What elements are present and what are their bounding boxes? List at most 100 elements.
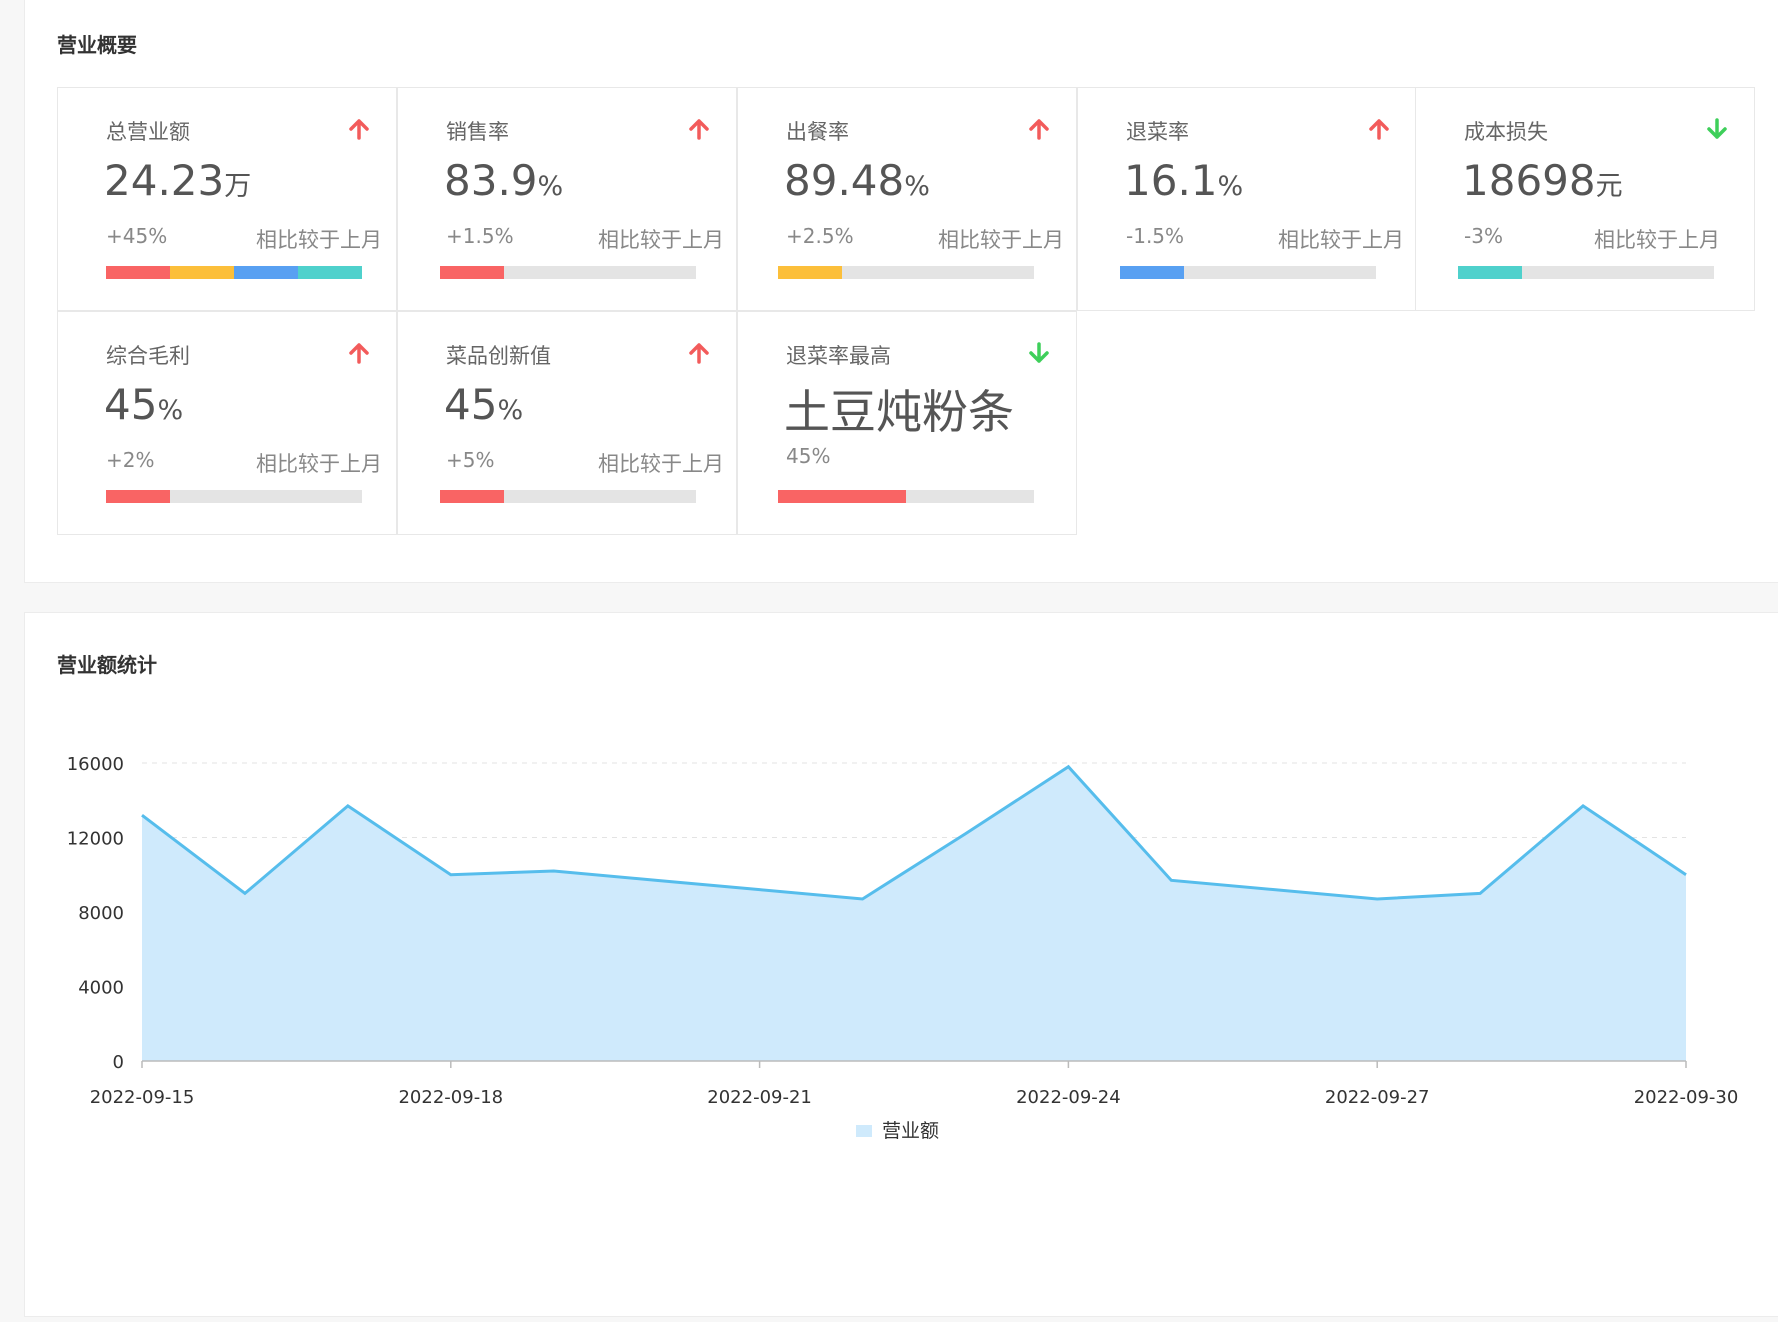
kpi-card-progress-bar — [1458, 266, 1714, 279]
y-tick-label: 16000 — [67, 754, 124, 775]
arrow-up-icon — [349, 119, 369, 140]
kpi-card-title: 销售率 — [446, 120, 509, 144]
x-tick-label: 2022-09-27 — [1325, 1087, 1430, 1108]
kpi-value-number: 24.23 — [104, 156, 225, 205]
x-tick-label: 2022-09-15 — [90, 1087, 195, 1108]
kpi-card-change: +5% — [446, 448, 495, 472]
revenue-chart: 0 4000 8000 12000 16000 2022-09-15 2022-09-18 2… — [67, 754, 1739, 1142]
kpi-card-compare-label: 相比较于上月 — [938, 228, 1064, 252]
revenue-panel: 营业额统计 0 4000 8000 12000 16000 2022-09-15 2022-… — [24, 612, 1778, 1317]
kpi-card: 退菜率 16.1% -1.5% 相比较于上月 — [1077, 87, 1417, 311]
kpi-card: 出餐率 89.48% +2.5% 相比较于上月 — [737, 87, 1077, 311]
y-tick-label: 12000 — [67, 829, 124, 850]
kpi-card-change: +2% — [106, 448, 155, 472]
kpi-card-change: 45% — [786, 444, 831, 468]
kpi-value-unit: % — [904, 171, 930, 202]
y-tick-label: 0 — [113, 1052, 124, 1073]
kpi-card-value: 89.48% — [784, 156, 930, 205]
y-tick-label: 4000 — [78, 978, 124, 999]
kpi-card-progress-bar — [440, 490, 696, 503]
kpi-card-compare-label: 相比较于上月 — [1594, 228, 1720, 252]
kpi-card-title: 退菜率 — [1126, 120, 1189, 144]
kpi-card-progress-bar — [440, 266, 696, 279]
kpi-card-value: 24.23万 — [104, 156, 251, 205]
kpi-card-title: 菜品创新值 — [446, 344, 551, 368]
kpi-value-unit: 万 — [224, 171, 252, 202]
kpi-card-title: 出餐率 — [786, 120, 849, 144]
kpi-card-progress-bar — [106, 490, 362, 503]
kpi-card: 综合毛利 45% +2% 相比较于上月 — [57, 311, 397, 535]
area-fill — [142, 766, 1686, 1061]
kpi-value-number: 89.48 — [784, 156, 905, 205]
kpi-value-unit: % — [157, 395, 184, 426]
kpi-card-title: 总营业额 — [106, 120, 190, 144]
kpi-card-change: +2.5% — [786, 224, 854, 248]
kpi-card-value: 16.1% — [1124, 156, 1243, 205]
kpi-card-progress-bar — [1120, 266, 1376, 279]
overview-panel: 营业概要 总营业额 24.23万 +45% 相比较于上月 销售率 83.9% +1.5% 相比… — [24, 0, 1778, 583]
kpi-progress-segment — [106, 490, 170, 503]
kpi-card-value: 土豆炖粉条 — [784, 376, 1014, 442]
x-tick-label: 2022-09-30 — [1634, 1087, 1739, 1108]
kpi-card-compare-label: 相比较于上月 — [598, 452, 724, 476]
kpi-card-value: 83.9% — [444, 156, 563, 205]
kpi-card-compare-label: 相比较于上月 — [256, 452, 382, 476]
kpi-card-value: 45% — [104, 380, 183, 429]
kpi-card: 退菜率最高土豆炖粉条 45% — [737, 311, 1077, 535]
kpi-card-title: 综合毛利 — [106, 344, 190, 368]
arrow-up-icon — [689, 343, 709, 364]
kpi-grid: 总营业额 24.23万 +45% 相比较于上月 销售率 83.9% +1.5% 相比较于上月出… — [57, 87, 1757, 535]
legend-swatch — [856, 1125, 872, 1137]
kpi-progress-segment — [1120, 266, 1184, 279]
arrow-down-icon — [1707, 118, 1727, 139]
y-tick-label: 8000 — [78, 903, 124, 924]
kpi-progress-segment — [170, 266, 234, 279]
kpi-value-number: 83.9 — [444, 156, 538, 205]
kpi-value-unit: % — [497, 395, 524, 426]
kpi-card-progress-bar — [778, 490, 1034, 503]
kpi-value-number: 45 — [444, 380, 498, 429]
kpi-value-number: 45 — [104, 380, 158, 429]
kpi-card-progress-bar — [778, 266, 1034, 279]
arrow-up-icon — [689, 119, 709, 140]
x-tick-label: 2022-09-21 — [707, 1087, 812, 1108]
overview-title: 营业概要 — [57, 33, 137, 57]
kpi-card: 成本损失 18698元 -3% 相比较于上月 — [1415, 87, 1755, 311]
arrow-up-icon — [1029, 119, 1049, 140]
kpi-card-compare-label: 相比较于上月 — [1278, 228, 1404, 252]
x-tick-label: 2022-09-18 — [398, 1087, 503, 1108]
kpi-card: 总营业额 24.23万 +45% 相比较于上月 — [57, 87, 397, 311]
kpi-card-change: +1.5% — [446, 224, 514, 248]
kpi-card: 菜品创新值 45% +5% 相比较于上月 — [397, 311, 737, 535]
kpi-card: 销售率 83.9% +1.5% 相比较于上月 — [397, 87, 737, 311]
arrow-up-icon — [1369, 119, 1389, 140]
kpi-progress-segment — [106, 266, 170, 279]
kpi-card-change: +45% — [106, 224, 168, 248]
kpi-card-compare-label: 相比较于上月 — [598, 228, 724, 252]
kpi-progress-segment — [778, 266, 842, 279]
arrow-down-icon — [1029, 342, 1049, 363]
kpi-card-change: -1.5% — [1126, 224, 1185, 248]
kpi-card-compare-label: 相比较于上月 — [256, 228, 382, 252]
kpi-progress-segment — [440, 490, 504, 503]
kpi-value-number: 土豆炖粉条 — [784, 385, 1014, 439]
kpi-card-value: 45% — [444, 380, 523, 429]
kpi-card-title: 成本损失 — [1464, 120, 1548, 144]
kpi-value-number: 18698 — [1462, 156, 1596, 205]
kpi-value-number: 16.1 — [1124, 156, 1218, 205]
arrow-up-icon — [349, 343, 369, 364]
kpi-card-change: -3% — [1464, 224, 1503, 248]
kpi-card-value: 18698元 — [1462, 156, 1623, 205]
kpi-value-unit: % — [537, 171, 564, 202]
kpi-progress-segment — [234, 266, 298, 279]
kpi-card-progress-bar — [106, 266, 362, 279]
kpi-progress-segment — [1458, 266, 1522, 279]
kpi-value-unit: 元 — [1595, 171, 1623, 202]
kpi-card-title: 退菜率最高 — [786, 344, 891, 368]
kpi-progress-segment — [778, 490, 906, 503]
x-tick-label: 2022-09-24 — [1016, 1087, 1121, 1108]
kpi-progress-segment — [440, 266, 504, 279]
kpi-progress-segment — [298, 266, 362, 279]
kpi-value-unit: % — [1217, 171, 1244, 202]
legend-label: 营业额 — [882, 1120, 939, 1142]
